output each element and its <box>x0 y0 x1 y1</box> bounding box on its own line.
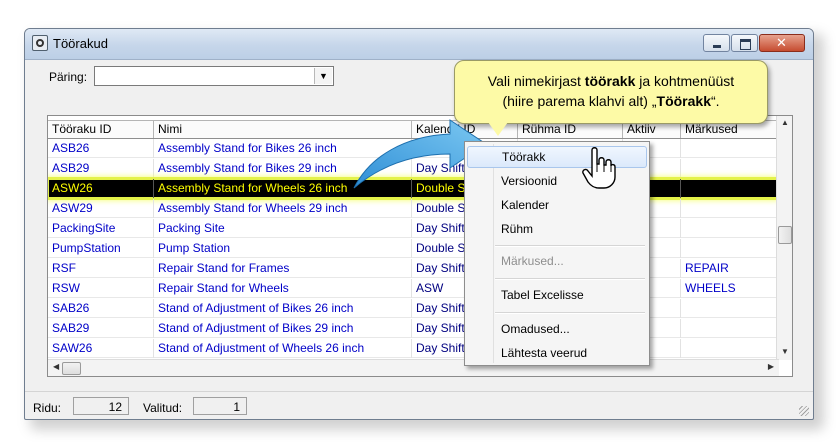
status-bar: Ridu: 12 Valitud: 1 <box>25 391 813 419</box>
table-cell <box>681 139 778 158</box>
table-row[interactable]: PumpStation Pump Station Double Shift <box>48 239 778 258</box>
table-cell <box>681 179 778 198</box>
query-label: Päring: <box>49 70 88 84</box>
horizontal-scroll-thumb[interactable] <box>62 362 81 375</box>
table-row[interactable]: PackingSite Packing Site Day Shift <box>48 219 778 238</box>
table-cell <box>681 239 778 258</box>
callout-line1-prefix: Vali nimekirjast <box>487 73 585 89</box>
scroll-right-icon[interactable]: ▶ <box>768 362 774 371</box>
rows-count-label: Ridu: <box>33 401 62 415</box>
callout-line1-bold: töörakk <box>584 73 636 89</box>
close-button[interactable] <box>759 34 805 52</box>
selected-count-label: Valitud: <box>143 401 183 415</box>
table-row[interactable]: SAB29 Stand of Adjustment of Bikes 29 inc… <box>48 319 778 338</box>
hand-cursor-icon <box>582 147 616 189</box>
table-cell: RSF <box>48 259 154 278</box>
table-cell <box>681 159 778 178</box>
scroll-up-icon[interactable]: ▲ <box>781 118 789 127</box>
maximize-button[interactable] <box>731 34 758 52</box>
chevron-down-icon[interactable]: ▼ <box>314 68 332 84</box>
menu-item-1[interactable]: Versioonid <box>467 170 647 192</box>
table-cell: WHEELS <box>681 279 778 298</box>
instruction-callout: Vali nimekirjast töörakk ja kohtmenüüst … <box>454 60 768 124</box>
table-cell: ASW26 <box>48 179 154 198</box>
table-cell: Packing Site <box>154 219 412 238</box>
table-cell <box>681 339 778 358</box>
table-cell: Repair Stand for Frames <box>154 259 412 278</box>
table-cell: Pump Station <box>154 239 412 258</box>
table-cell <box>681 299 778 318</box>
callout-line2-bold: Töörakk <box>656 93 711 109</box>
vertical-scrollbar[interactable]: ▲ ▼ <box>776 116 792 360</box>
table-cell: SAB29 <box>48 319 154 338</box>
table-cell: ASB26 <box>48 139 154 158</box>
menu-item-5[interactable]: Tabel Excelisse <box>467 284 647 306</box>
menu-item-3[interactable]: Rühm <box>467 218 647 240</box>
table-cell: Stand of Adjustment of Bikes 26 inch <box>154 299 412 318</box>
window-title: Töörakud <box>53 36 108 51</box>
table-row[interactable]: ASW29 Assembly Stand for Wheels 29 inch Do… <box>48 199 778 218</box>
menu-item-2[interactable]: Kalender <box>467 194 647 216</box>
table-cell: SAW26 <box>48 339 154 358</box>
title-bar[interactable]: Töörakud <box>25 29 813 60</box>
column-header-0[interactable]: Tööraku ID <box>48 121 154 138</box>
table-cell <box>681 319 778 338</box>
callout-tail <box>488 122 508 136</box>
selected-count-value: 1 <box>193 397 247 415</box>
menu-item-7[interactable]: Lähtesta veerud <box>467 342 647 364</box>
table-cell: SAB26 <box>48 299 154 318</box>
menu-item-6[interactable]: Omadused... <box>467 318 647 340</box>
menu-separator <box>495 312 645 314</box>
query-combobox[interactable]: ▼ <box>94 66 334 86</box>
table-cell: Stand of Adjustment of Wheels 26 inch <box>154 339 412 358</box>
minimize-button[interactable] <box>703 34 730 52</box>
callout-line2-suffix: “. <box>710 93 720 109</box>
menu-item-4: Märkused... <box>501 254 564 268</box>
resize-grip-icon[interactable] <box>799 406 809 416</box>
vertical-scroll-thumb[interactable] <box>778 226 792 244</box>
table-cell: ASB29 <box>48 159 154 178</box>
table-row[interactable]: RSF Repair Stand for Frames Day Shift REPAI… <box>48 259 778 278</box>
table-cell <box>681 199 778 218</box>
menu-separator <box>495 278 645 280</box>
table-cell: RSW <box>48 279 154 298</box>
scroll-left-icon[interactable]: ◀ <box>53 362 59 371</box>
callout-line1-suffix: ja kohtmenüüst <box>635 73 735 89</box>
table-cell: Repair Stand for Wheels <box>154 279 412 298</box>
table-cell: PackingSite <box>48 219 154 238</box>
table-row[interactable]: RSW Repair Stand for Wheels ASW WHEELS <box>48 279 778 298</box>
horizontal-scrollbar[interactable]: ◀ ▶ <box>48 359 779 376</box>
table-cell <box>681 219 778 238</box>
context-menu: Töörakk Versioonid Kalender Rühm Märkused...… <box>464 141 650 366</box>
table-row[interactable]: SAW26 Stand of Adjustment of Wheels 26 in… <box>48 339 778 358</box>
app-icon <box>32 35 48 51</box>
rows-count-value: 12 <box>73 397 129 415</box>
table-cell: PumpStation <box>48 239 154 258</box>
table-cell: REPAIR <box>681 259 778 278</box>
table-cell: ASW29 <box>48 199 154 218</box>
table-row[interactable]: SAB26 Stand of Adjustment of Bikes 26 inc… <box>48 299 778 318</box>
callout-line2-prefix: (hiire parema klahvi alt) „ <box>502 93 657 109</box>
scroll-down-icon[interactable]: ▼ <box>781 347 789 356</box>
table-cell: Assembly Stand for Wheels 29 inch <box>154 199 412 218</box>
menu-item-0[interactable]: Töörakk <box>467 146 647 168</box>
table-cell: Stand of Adjustment of Bikes 29 inch <box>154 319 412 338</box>
menu-separator <box>495 245 645 247</box>
